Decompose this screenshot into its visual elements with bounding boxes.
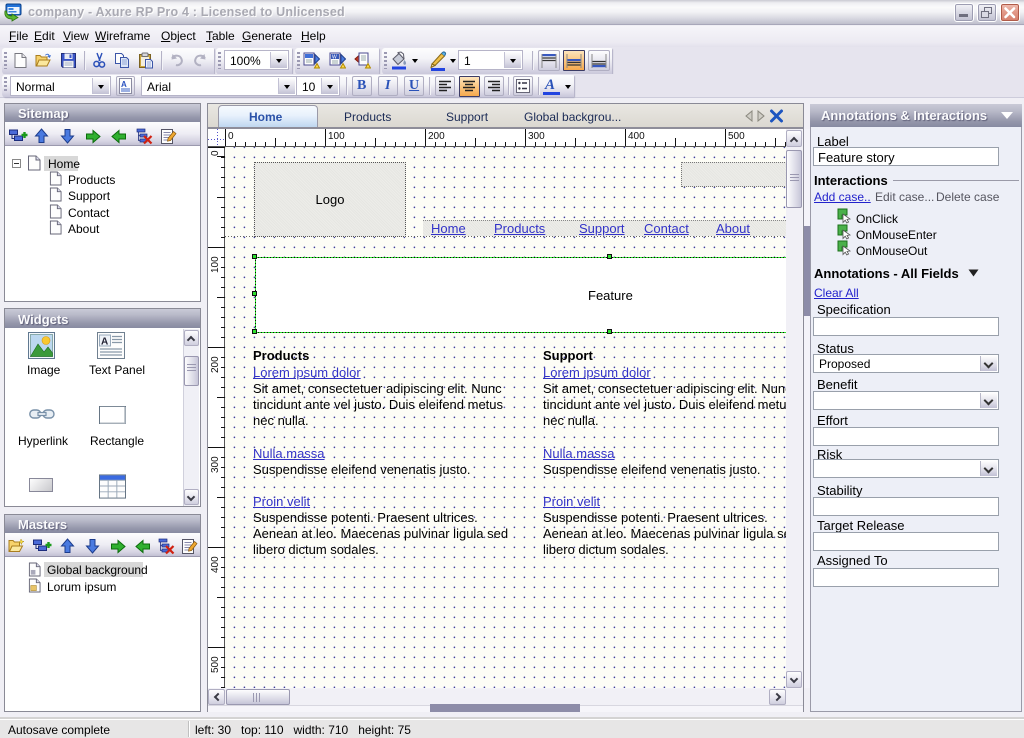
- svg-text:W: W: [332, 54, 337, 60]
- svg-text:A: A: [121, 80, 127, 89]
- svg-text:A: A: [101, 337, 108, 348]
